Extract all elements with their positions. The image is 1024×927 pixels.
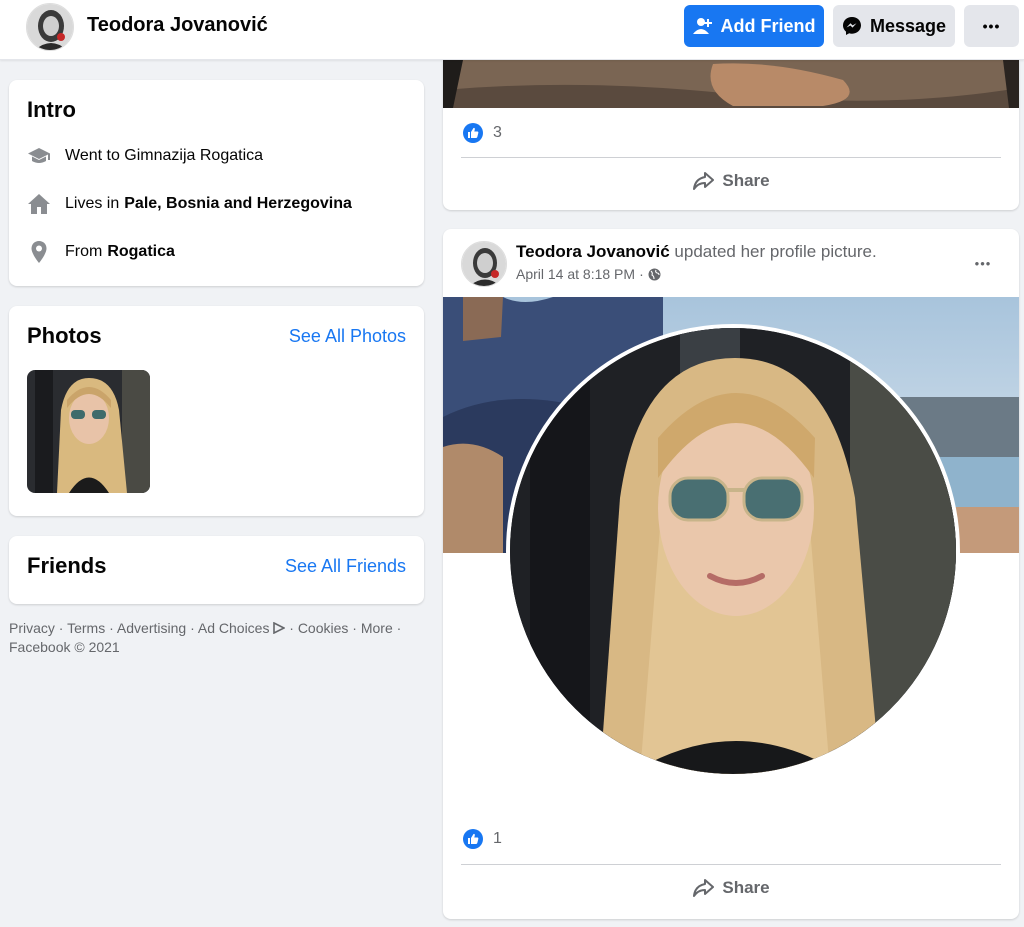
photo-thumbnail[interactable] [27, 370, 150, 493]
house-icon [27, 192, 51, 216]
footer-links: Privacy · Terms · Advertising · Ad Choic… [9, 619, 424, 657]
header-profile-name: Teodora Jovanović [87, 14, 268, 36]
photos-card: Photos See All Photos [9, 306, 424, 516]
share-button[interactable]: Share [443, 163, 1019, 199]
intro-from-row: From Rogatica [27, 240, 175, 264]
profile-more-button[interactable]: ••• [964, 5, 1019, 47]
lives-prefix: Lives in [65, 195, 120, 212]
lives-place-link[interactable]: Pale, Bosnia and Herzegovina [124, 195, 352, 213]
footer-separator: · [289, 620, 294, 636]
footer-more-link[interactable]: More [361, 620, 393, 636]
share-label: Share [722, 171, 770, 190]
header-avatar[interactable] [26, 3, 74, 51]
footer-advertising-link[interactable]: Advertising [117, 620, 186, 636]
footer-copyright: Facebook © 2021 [9, 639, 120, 655]
post-action-text: updated her profile picture. [674, 242, 877, 261]
footer-separator: · [58, 620, 64, 636]
thumbs-up-icon [463, 123, 483, 143]
see-all-friends-link[interactable]: See All Friends [285, 556, 406, 577]
thumbs-up-icon [463, 829, 483, 849]
ad-choices-label: Ad Choices [197, 620, 270, 636]
see-all-photos-link[interactable]: See All Photos [289, 326, 406, 347]
from-place-link[interactable]: Rogatica [107, 243, 175, 261]
footer-ad-choices-link[interactable]: Ad Choices [197, 620, 287, 636]
post-author-avatar[interactable] [461, 241, 507, 287]
share-button[interactable]: Share [443, 870, 1019, 906]
post-card: 3 Share [443, 60, 1019, 210]
profile-picture[interactable] [506, 324, 960, 778]
photos-title: Photos [27, 323, 102, 348]
footer-privacy-link[interactable]: Privacy [9, 620, 55, 636]
person-plus-icon [692, 18, 712, 34]
add-friend-label: Add Friend [720, 15, 816, 36]
message-button[interactable]: Message [833, 5, 955, 47]
footer-separator: · [190, 620, 195, 636]
post-divider [461, 157, 1001, 158]
friends-card: Friends See All Friends [9, 536, 424, 604]
intro-card: Intro Went to Gimnazija Rogatica Lives i… [9, 80, 424, 286]
from-prefix: From [65, 243, 103, 260]
share-arrow-icon [693, 172, 715, 190]
post-options-button[interactable]: ••• [965, 251, 1001, 275]
post-headline: Teodora Jovanović updated her profile pi… [516, 242, 877, 262]
meta-separator: · [639, 266, 644, 282]
globe-icon [648, 268, 661, 280]
ad-choices-icon [273, 621, 287, 635]
like-count: 3 [493, 124, 502, 141]
post-author-link[interactable]: Teodora Jovanović [516, 242, 670, 261]
add-friend-button[interactable]: Add Friend [684, 5, 824, 47]
more-dots-icon: ••• [974, 255, 992, 271]
reaction-summary[interactable]: 1 [463, 829, 502, 849]
like-count: 1 [493, 830, 502, 847]
map-pin-icon [27, 240, 51, 264]
intro-title: Intro [27, 97, 76, 122]
post-card: Teodora Jovanović updated her profile pi… [443, 229, 1019, 919]
message-label: Message [869, 15, 947, 36]
intro-education-row: Went to Gimnazija Rogatica [27, 144, 263, 168]
education-text: Went to Gimnazija Rogatica [65, 147, 264, 164]
more-dots-icon: ••• [982, 18, 1001, 34]
footer-separator: · [352, 620, 357, 636]
profile-header-bar: Teodora Jovanović Add Friend Message ••• [0, 0, 1024, 60]
graduation-cap-icon [27, 144, 51, 168]
post-photo[interactable] [443, 60, 1019, 108]
footer-cookies-link[interactable]: Cookies [298, 620, 349, 636]
footer-terms-link[interactable]: Terms [67, 620, 105, 636]
friends-title: Friends [27, 553, 107, 578]
post-meta: April 14 at 8:18 PM · [516, 266, 661, 282]
share-label: Share [722, 878, 770, 897]
post-divider [461, 864, 1001, 865]
reaction-summary[interactable]: 3 [463, 123, 502, 143]
intro-lives-row: Lives in Pale, Bosnia and Herzegovina [27, 192, 352, 216]
post-timestamp[interactable]: April 14 at 8:18 PM [516, 266, 635, 282]
share-arrow-icon [693, 879, 715, 897]
footer-separator: · [396, 620, 402, 636]
messenger-icon [842, 17, 861, 35]
footer-separator: · [109, 620, 114, 636]
